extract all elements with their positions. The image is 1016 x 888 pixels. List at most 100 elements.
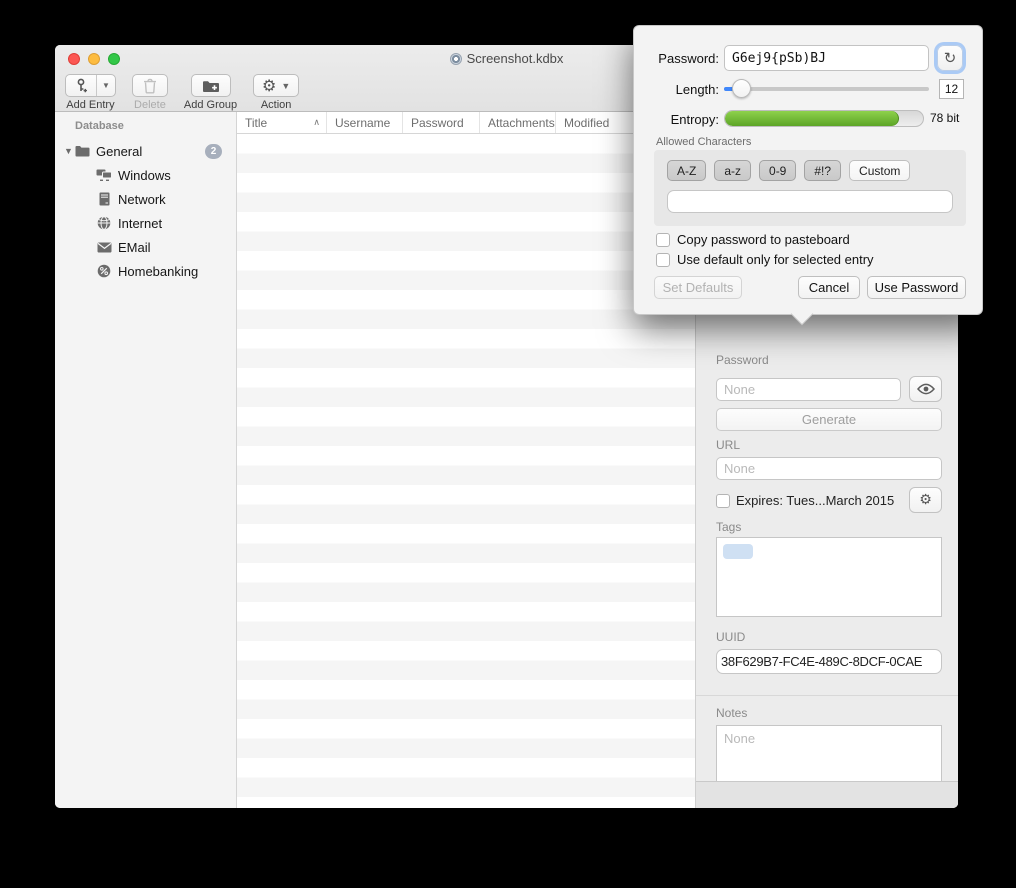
expires-label: Expires: Tues...March 2015 <box>736 493 894 508</box>
url-section-label: URL <box>716 438 740 452</box>
default-selected-entry-row: Use default only for selected entry <box>656 252 874 267</box>
regenerate-password-button[interactable]: ↻ <box>937 45 963 71</box>
show-password-button[interactable] <box>909 376 942 402</box>
sidebar-item-label: General <box>96 144 142 159</box>
minimize-button[interactable] <box>88 53 100 65</box>
add-entry-dropdown[interactable]: ▼ <box>96 75 115 96</box>
length-slider-knob[interactable] <box>732 79 751 98</box>
add-entry-button[interactable]: ▼ <box>65 74 116 97</box>
popover-password-label: Password: <box>652 51 719 66</box>
window-title: Screenshot.kdbx <box>467 51 564 66</box>
delete-label: Delete <box>134 99 166 111</box>
set-defaults-button[interactable]: Set Defaults <box>654 276 742 299</box>
uuid-field[interactable] <box>716 649 942 674</box>
globe-icon <box>96 216 112 230</box>
charset-uppercase-button[interactable]: A-Z <box>667 160 706 181</box>
use-password-button[interactable]: Use Password <box>867 276 966 299</box>
sidebar-item-label: Network <box>118 192 166 207</box>
percent-icon <box>96 264 112 278</box>
table-header: Title ∧ Username Password Attachments Mo… <box>237 112 695 134</box>
sort-ascending-icon: ∧ <box>313 117 320 128</box>
entry-count-badge: 2 <box>205 144 222 159</box>
tags-field[interactable] <box>716 537 942 617</box>
traffic-lights <box>68 53 120 65</box>
gear-icon: ⚙ <box>262 78 276 94</box>
workstations-icon <box>96 168 112 182</box>
custom-characters-field[interactable] <box>667 190 953 213</box>
allowed-characters-panel: A-Z a-z 0-9 #!? Custom <box>654 150 966 226</box>
entropy-bar <box>724 110 924 127</box>
expires-checkbox[interactable] <box>716 494 730 508</box>
tag-token[interactable] <box>723 544 753 559</box>
sidebar-item-label: Internet <box>118 216 162 231</box>
sidebar-item-windows[interactable]: Windows <box>55 164 236 186</box>
key-plus-icon <box>66 75 96 96</box>
eye-icon <box>917 383 935 395</box>
column-header-attachments[interactable]: Attachments <box>480 112 556 133</box>
folder-plus-icon <box>202 79 220 93</box>
delete-button[interactable] <box>132 74 168 97</box>
allowed-characters-label: Allowed Characters <box>656 136 751 148</box>
sidebar-item-label: Homebanking <box>118 264 198 279</box>
generated-password-field[interactable] <box>724 45 929 71</box>
add-group-label: Add Group <box>184 99 237 111</box>
uuid-section-label: UUID <box>716 630 745 644</box>
sidebar-item-email[interactable]: EMail <box>55 236 236 258</box>
sidebar-item-network[interactable]: Network <box>55 188 236 210</box>
add-entry-label: Add Entry <box>66 99 114 111</box>
inspector-divider <box>696 695 958 696</box>
expires-options-button[interactable]: ⚙ <box>909 487 942 513</box>
entropy-bar-fill <box>725 111 899 126</box>
length-slider[interactable] <box>724 87 929 91</box>
cancel-button[interactable]: Cancel <box>798 276 860 299</box>
sidebar-item-general[interactable]: ▼ General 2 <box>55 140 236 162</box>
trash-icon <box>143 78 157 94</box>
entropy-label: Entropy: <box>652 112 719 127</box>
entry-table: Title ∧ Username Password Attachments Mo… <box>237 112 695 808</box>
folder-icon <box>74 144 90 158</box>
sidebar-item-label: Windows <box>118 168 171 183</box>
password-generator-popover: Password: ↻ Length: 12 Entropy: 78 bit A… <box>633 25 983 315</box>
sidebar-item-homebanking[interactable]: Homebanking <box>55 260 236 282</box>
tags-section-label: Tags <box>716 520 741 534</box>
disclosure-triangle-icon[interactable]: ▼ <box>64 146 74 156</box>
entropy-value: 78 bit <box>930 111 959 125</box>
column-header-username[interactable]: Username <box>327 112 403 133</box>
charset-lowercase-button[interactable]: a-z <box>714 160 751 181</box>
inspector-footer <box>696 781 958 808</box>
default-selected-entry-label: Use default only for selected entry <box>677 252 874 267</box>
length-label: Length: <box>652 82 719 97</box>
refresh-icon: ↻ <box>944 49 957 67</box>
password-section-label: Password <box>716 353 769 367</box>
sidebar-item-label: EMail <box>118 240 151 255</box>
action-button[interactable]: ⚙ ▼ <box>253 74 299 97</box>
table-body-empty[interactable] <box>237 134 695 808</box>
column-header-password[interactable]: Password <box>403 112 480 133</box>
envelope-icon <box>96 240 112 254</box>
toolbar: ▼ Add Entry Delete <box>65 74 299 112</box>
expires-row: Expires: Tues...March 2015 <box>716 493 894 508</box>
zoom-button[interactable] <box>108 53 120 65</box>
chevron-down-icon: ▼ <box>281 81 290 91</box>
url-field[interactable] <box>716 457 942 480</box>
column-header-title[interactable]: Title ∧ <box>237 112 327 133</box>
charset-symbols-button[interactable]: #!? <box>804 160 841 181</box>
document-proxy-icon <box>450 53 462 65</box>
add-group-button[interactable] <box>191 74 231 97</box>
sidebar-item-internet[interactable]: Internet <box>55 212 236 234</box>
charset-digits-button[interactable]: 0-9 <box>759 160 796 181</box>
copy-to-pasteboard-label: Copy password to pasteboard <box>677 232 850 247</box>
length-value-field[interactable]: 12 <box>939 79 964 99</box>
generate-button[interactable]: Generate <box>716 408 942 431</box>
close-button[interactable] <box>68 53 80 65</box>
action-label: Action <box>261 99 292 111</box>
password-field[interactable] <box>716 378 901 401</box>
notes-section-label: Notes <box>716 706 747 720</box>
copy-to-pasteboard-row: Copy password to pasteboard <box>656 232 850 247</box>
sidebar: Database ▼ General 2 Windows Network <box>55 112 237 808</box>
charset-custom-button[interactable]: Custom <box>849 160 910 181</box>
default-selected-entry-checkbox[interactable] <box>656 253 670 267</box>
server-icon <box>96 192 112 206</box>
copy-to-pasteboard-checkbox[interactable] <box>656 233 670 247</box>
sidebar-section-header: Database <box>75 120 124 132</box>
